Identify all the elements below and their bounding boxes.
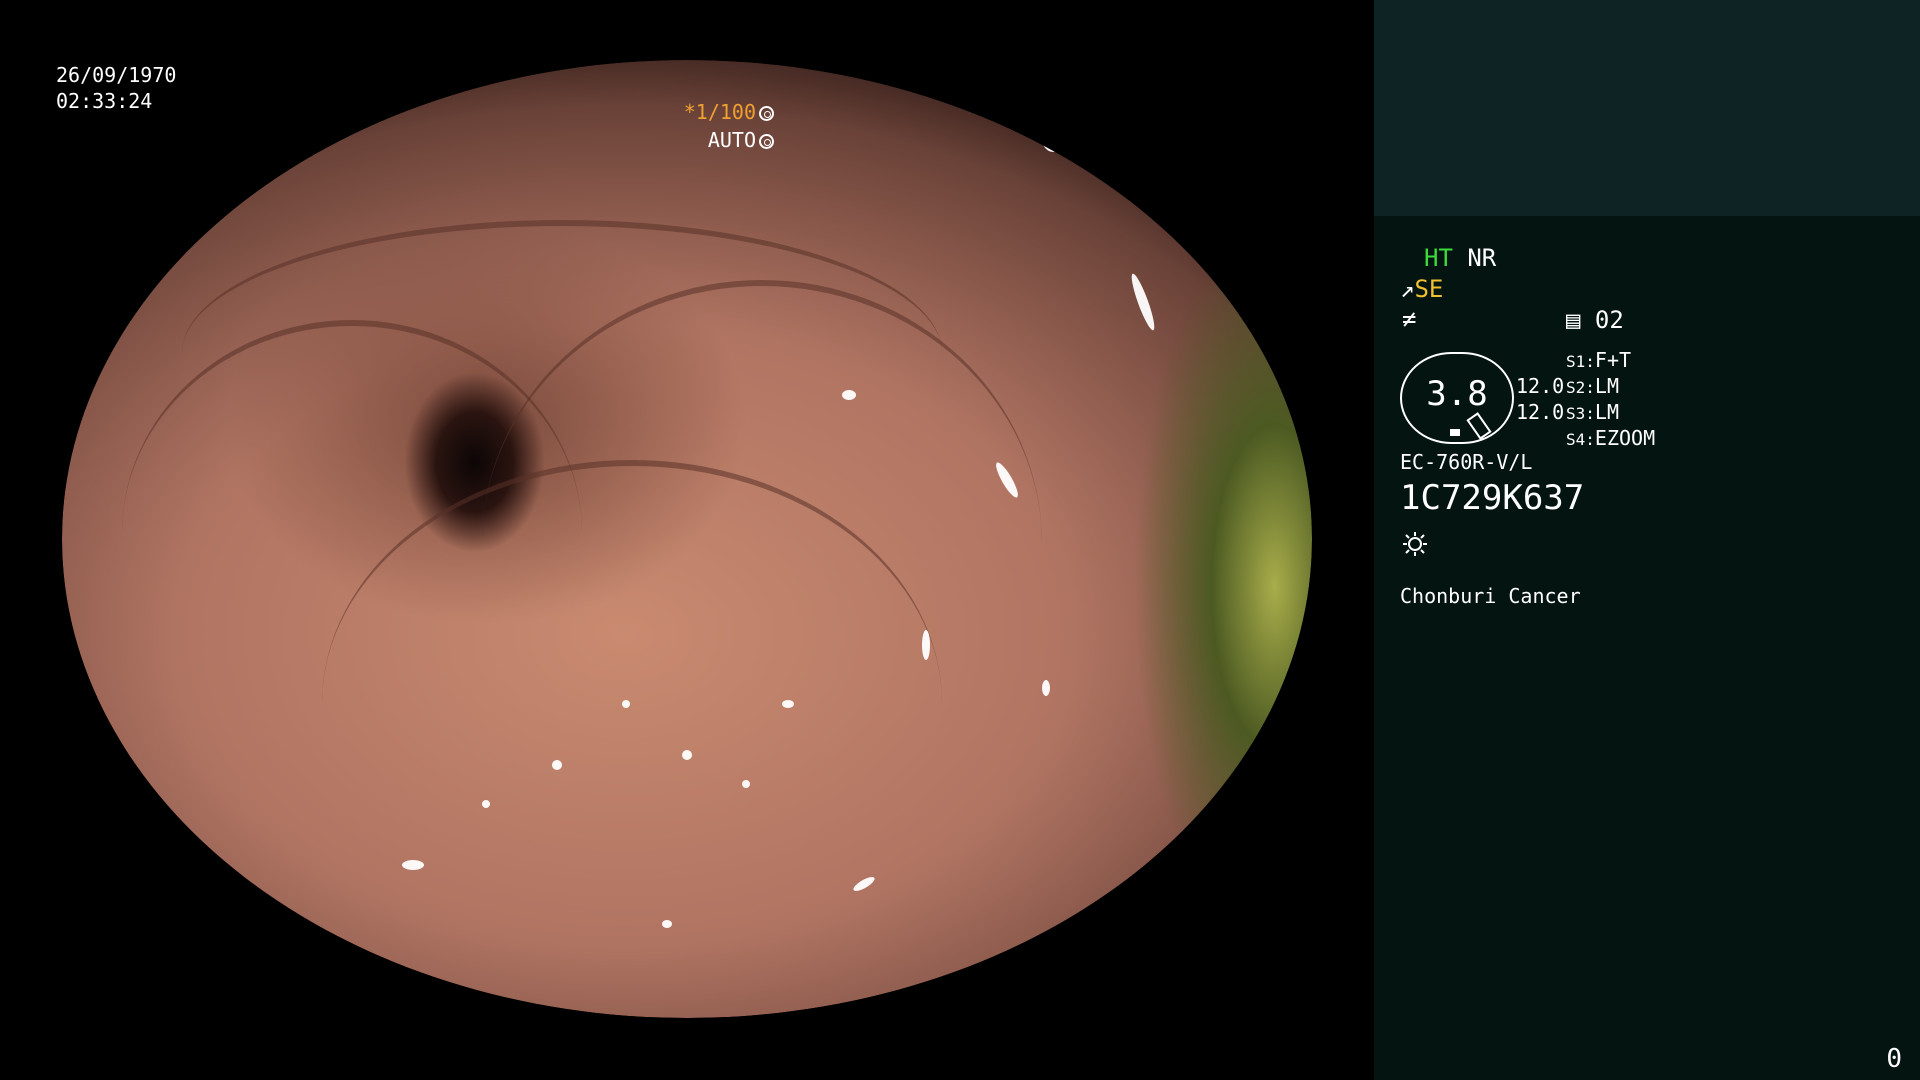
enhance-icon: ↗ [1400, 275, 1415, 303]
specular-highlight [682, 750, 692, 760]
specular-highlight [552, 760, 562, 770]
switch-value: LM [1594, 400, 1619, 424]
page-number: 0 [1886, 1044, 1902, 1074]
info-panel: HT NR ↗SE ≠ ▤ 02 3.8 12.0 12.0 S1:F+T S2… [1374, 0, 1920, 1080]
switch-value: EZOOM [1594, 426, 1656, 450]
switch-row: S3:LM [1566, 400, 1655, 426]
memory-icon: ▤ [1566, 306, 1581, 334]
zoom-sub-2: 12.0 [1516, 400, 1565, 424]
scope-serial: 1C729K637 [1400, 478, 1585, 518]
zoom-marker-icon [1450, 429, 1460, 436]
panel-header-block [1374, 0, 1920, 216]
specular-highlight [662, 920, 672, 928]
processing-modes: HT NR [1424, 244, 1496, 272]
specular-highlight [742, 780, 750, 788]
zoom-level-icon [1466, 412, 1492, 440]
specular-highlight [622, 700, 630, 708]
switch-key: S3: [1566, 404, 1595, 423]
shutter-value: *1/100 [683, 100, 756, 124]
specular-highlight [842, 390, 856, 400]
sun-icon [1403, 532, 1427, 556]
switch-value: F+T [1594, 348, 1632, 372]
switch-row: S2:LM [1566, 374, 1655, 400]
specular-highlight [782, 700, 794, 708]
switch-key: S1: [1566, 352, 1595, 371]
institution-name: Chonburi Cancer [1400, 584, 1581, 608]
specular-highlight [402, 860, 424, 870]
endoscopic-image [62, 60, 1312, 1018]
color-mode-icon: ≠ [1402, 305, 1417, 333]
zoom-sub-1: 12.0 [1516, 374, 1565, 398]
mucosal-fold [322, 460, 942, 946]
specular-highlight [922, 630, 930, 660]
zoom-value: 3.8 [1426, 374, 1488, 414]
iris-value: AUTO [707, 128, 756, 152]
exposure-settings: *1/100 AUTO [684, 98, 774, 154]
memory-indicator: ▤ 02 [1566, 306, 1624, 334]
se-indicator: SE [1414, 275, 1444, 303]
scope-model: EC-760R-V/L [1400, 450, 1533, 474]
ht-indicator: HT [1424, 244, 1453, 272]
shutter-speed: *1/100 [684, 98, 774, 126]
switch-key: S2: [1566, 378, 1595, 397]
specular-highlight [851, 874, 877, 894]
switch-key: S4: [1566, 430, 1595, 449]
iris-mode: AUTO [684, 126, 774, 154]
endoscope-view-area: 26/09/1970 02:33:24 *1/100 AUTO [0, 0, 1374, 1080]
specular-highlight [1128, 272, 1158, 332]
switch-value: LM [1594, 374, 1619, 398]
aperture-icon [759, 106, 774, 121]
switch-assignments: S1:F+T S2:LM S3:LM S4:EZOOM [1566, 348, 1655, 452]
timestamp: 26/09/1970 02:33:24 [56, 62, 176, 114]
zoom-indicator: 3.8 [1400, 352, 1514, 444]
structure-enhancement: ↗SE [1400, 275, 1443, 303]
specular-highlight [1040, 112, 1066, 152]
specular-highlight [1042, 680, 1050, 696]
specular-highlight [362, 970, 372, 978]
date-text: 26/09/1970 [56, 63, 177, 87]
specular-highlight [482, 800, 490, 808]
memory-value: 02 [1594, 306, 1624, 334]
nr-indicator: NR [1467, 244, 1497, 272]
switch-row: S4:EZOOM [1566, 426, 1655, 452]
iris-icon [759, 134, 774, 149]
time-text: 02:33:24 [56, 89, 153, 113]
switch-row: S1:F+T [1566, 348, 1655, 374]
